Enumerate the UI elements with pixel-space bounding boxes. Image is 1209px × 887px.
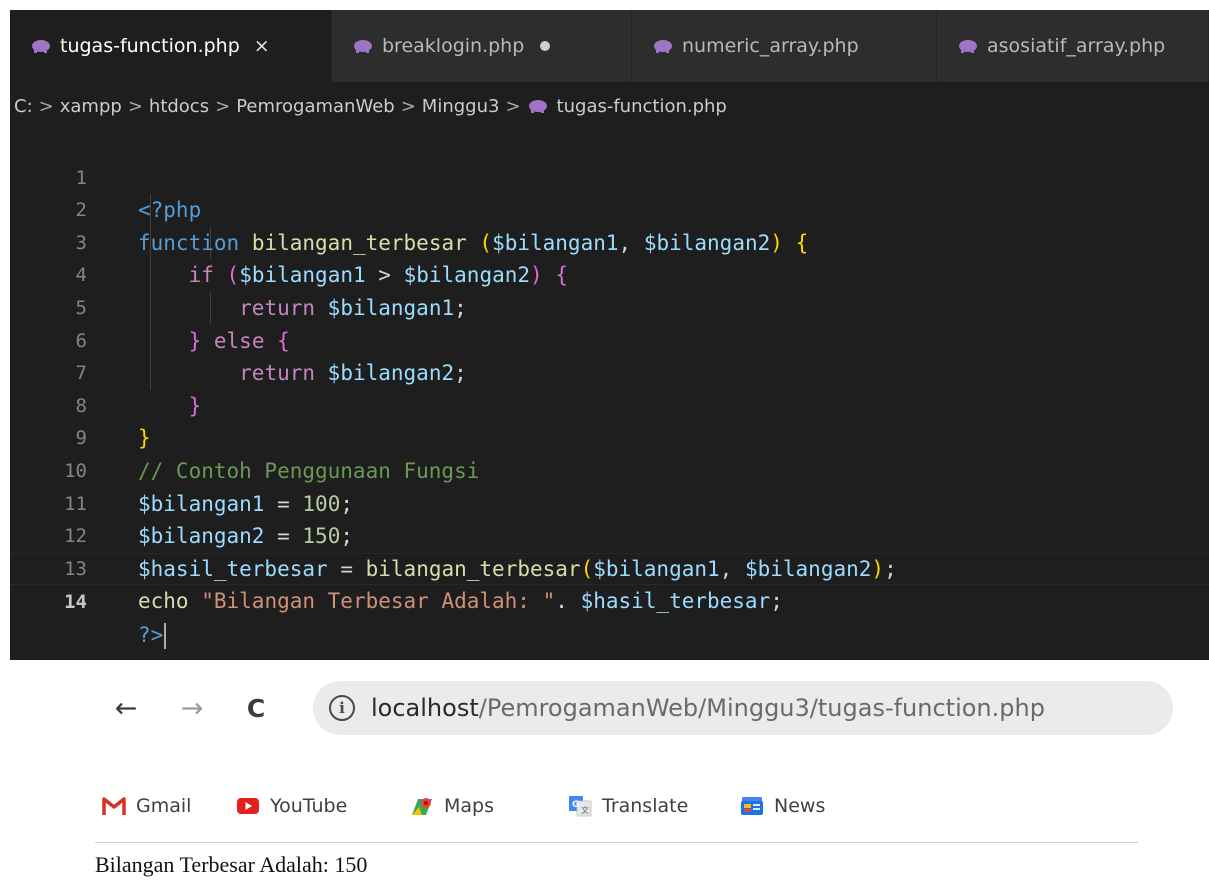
code-line: 4 return $bilangan1; [10,227,1209,320]
code-editor: tugas-function.php × breaklogin.php nume… [10,10,1209,660]
code-line-current: 14 ?> [10,552,1209,649]
code-line: 1 <?php [10,129,1209,223]
bookmark-maps[interactable]: Maps [410,786,494,826]
code-line: 6 return $bilangan2; [10,292,1209,386]
translate-icon: G文 [569,796,592,817]
svg-text:G: G [572,800,579,810]
youtube-icon [237,798,259,814]
maps-icon [412,798,432,815]
breadcrumb-separator: > [127,95,143,117]
back-button[interactable]: ← [106,688,146,728]
code-line: 11 $bilangan2 = 150; [10,455,1209,549]
breadcrumb-xampp[interactable]: xampp [60,96,122,117]
tab-label: numeric_array.php [682,35,859,57]
tab-tugas-function[interactable]: tugas-function.php × [10,10,332,82]
url-text[interactable]: localhost/PemrogamanWeb/Minggu3/tugas-fu… [371,694,1045,722]
tab-numeric-array[interactable]: numeric_array.php [632,10,937,82]
close-icon[interactable]: × [254,35,270,57]
url-host: localhost [371,694,479,722]
editor-tab-bar: tugas-function.php × breaklogin.php nume… [10,10,1209,82]
code-line: 5 } else { [10,259,1209,353]
bookmarks-bar: Gmail YouTube Maps G文 Translate News [0,786,1209,826]
site-info-icon[interactable]: i [329,695,355,721]
address-bar[interactable]: i localhost/PemrogamanWeb/Minggu3/tugas-… [313,681,1173,735]
bookmark-gmail[interactable]: Gmail [102,786,191,826]
breadcrumb-separator: > [215,95,231,117]
reload-button[interactable]: C [236,688,276,728]
line-number: 14 [64,591,87,614]
php-close-tag: ?> [138,622,164,647]
gmail-icon [102,797,126,815]
code-line: 13 echo "Bilangan Terbesar Adalah: ". $h… [10,520,1209,614]
punctuation: ; [770,589,783,614]
php-elephant-icon [654,40,672,53]
breadcrumb-pemrogamanweb[interactable]: PemrogamanWeb [236,96,395,117]
breadcrumb-separator: > [38,95,54,117]
code-line: 8 } [10,357,1209,451]
reload-icon: C [246,693,266,723]
keyword: echo [138,589,189,614]
bookmark-news[interactable]: News [740,786,825,826]
news-icon [741,797,763,815]
bookmark-label: News [774,795,826,817]
code-line: 9 // Contoh Penggunaan Fungsi [10,390,1209,483]
bookmark-label: Maps [444,795,494,817]
code-line: 3 if ($bilangan1 > $bilangan2) { [10,194,1209,288]
forward-arrow-icon: → [180,692,204,724]
variable: $hasil_terbesar [580,589,771,614]
code-line: 7 } [10,325,1209,418]
code-area[interactable]: 1 <?php 2 function bilangan_terbesar ($b… [10,129,1209,649]
breadcrumb-separator: > [400,95,416,117]
url-path: /PemrogamanWeb/Minggu3/tugas-function.ph… [478,694,1045,722]
code-line: 10 $bilangan1 = 100; [10,422,1209,516]
unsaved-dot-icon[interactable] [540,41,551,51]
browser-toolbar: ← → C i localhost/PemrogamanWeb/Minggu3/… [0,668,1209,817]
bookmarks-divider [95,842,1138,843]
bookmark-label: YouTube [270,795,348,817]
back-arrow-icon: ← [114,692,138,724]
forward-button[interactable]: → [172,688,212,728]
breadcrumb-htdocs[interactable]: htdocs [149,96,209,117]
breadcrumb-minggu3[interactable]: Minggu3 [422,96,500,117]
bookmark-youtube[interactable]: YouTube [236,786,347,826]
string: "Bilangan Terbesar Adalah: " [201,589,556,614]
text-cursor [164,622,167,649]
php-elephant-icon [959,40,977,53]
php-elephant-icon [354,40,372,53]
tab-label: tugas-function.php [60,35,240,57]
php-elephant-icon [32,40,50,53]
bookmark-label: Gmail [136,795,192,817]
operator: . [555,589,568,614]
bookmark-translate[interactable]: G文 Translate [568,786,688,826]
breadcrumb: C: > xampp > htdocs > PemrogamanWeb > Mi… [10,82,1209,130]
breadcrumb-separator: > [505,95,521,117]
code-line: 2 function bilangan_terbesar ($bilangan1… [10,162,1209,255]
page-output-text: Bilangan Terbesar Adalah: 150 [95,852,368,877]
tab-label: asosiatif_array.php [987,35,1166,57]
breadcrumb-file[interactable]: tugas-function.php [557,96,727,117]
svg-text:文: 文 [581,805,589,815]
tab-label: breaklogin.php [382,35,525,57]
bookmark-label: Translate [602,795,689,817]
code-line: 12 $hasil_terbesar = bilangan_terbesar($… [10,488,1209,581]
tab-asosiatif-array[interactable]: asosiatif_array.php [937,10,1209,82]
php-elephant-icon [528,100,547,113]
breadcrumb-drive[interactable]: C: [14,96,33,117]
tab-breaklogin[interactable]: breaklogin.php [332,10,632,82]
